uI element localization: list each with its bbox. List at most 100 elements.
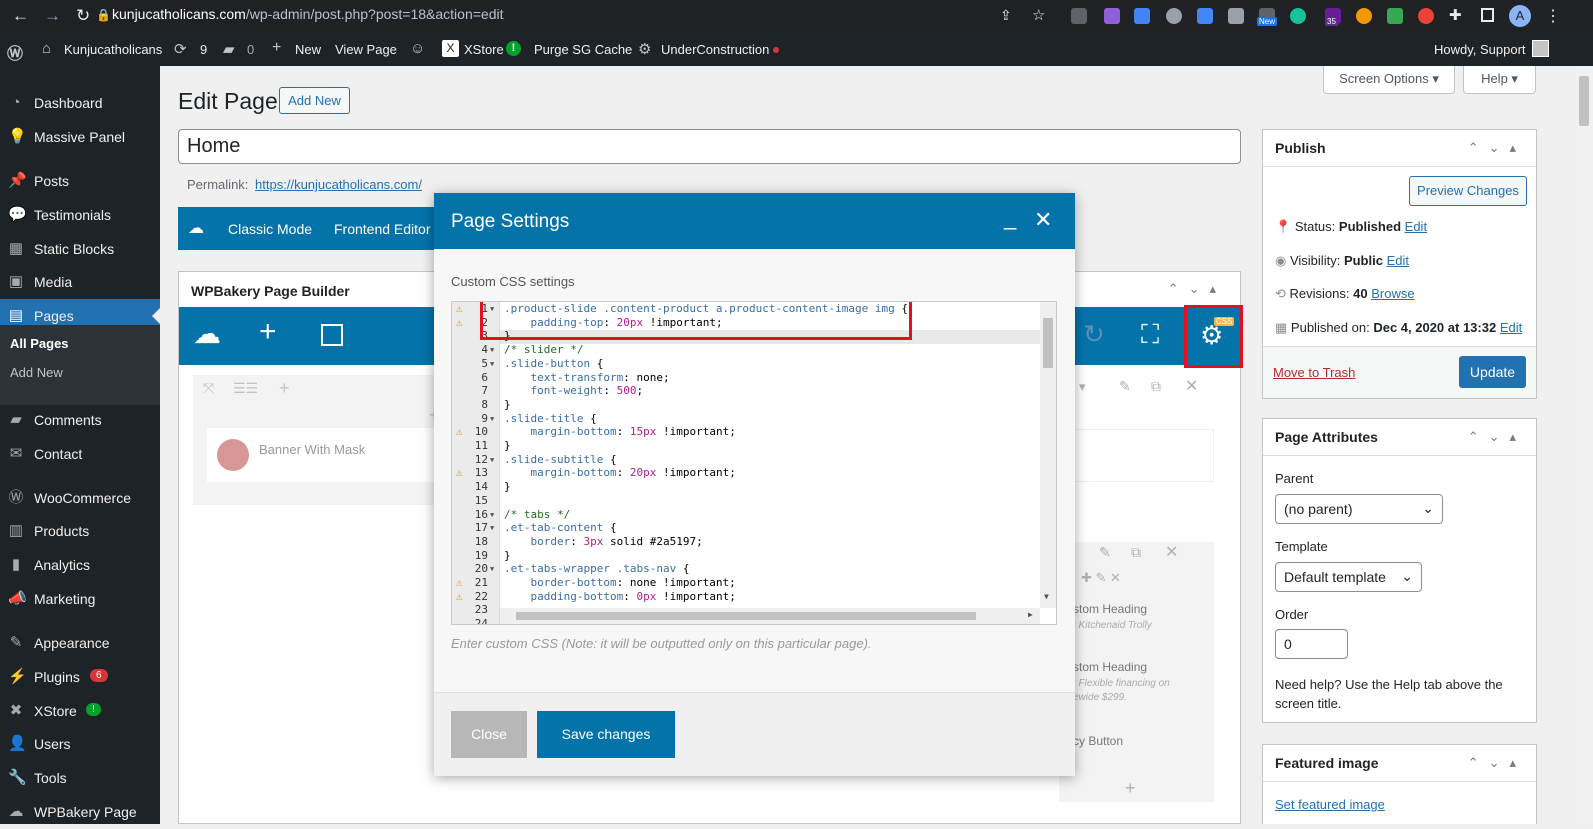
minimize-icon[interactable]: _ [1004,205,1016,231]
sidebar-item-appearance[interactable]: ✎ Appearance [0,626,160,660]
inner-delete-icon[interactable]: ✕ [1165,542,1178,562]
sidebar-item-testimonials[interactable]: 💬 Testimonials [0,198,160,232]
extension-docs-icon[interactable] [1134,8,1150,24]
warning-icon[interactable]: ⚠ [456,577,468,589]
extension-new-icon[interactable]: New [1257,8,1278,26]
warning-icon[interactable]: ⚠ [456,590,468,603]
code-line[interactable]: .et-tab-content { [504,521,617,535]
preview-changes-button[interactable]: Preview Changes [1409,176,1527,206]
extension-grammarly-icon[interactable] [1290,8,1306,24]
extension-globe-icon[interactable] [1166,8,1182,24]
row-add-icon[interactable]: + [279,378,290,399]
forward-icon[interactable]: → [44,6,61,26]
fancy-button-element[interactable]: cy Button [1073,734,1123,748]
profile-avatar[interactable]: A [1509,5,1531,27]
redo-icon[interactable]: ↻ [1083,319,1105,349]
fold-toggle-icon[interactable]: ▼ [490,562,494,576]
code-line[interactable]: /* tabs */ [504,508,570,522]
sidebar-item-comments[interactable]: ▰ Comments [0,403,160,437]
code-line[interactable]: text-transform: none; [504,371,670,385]
address-bar[interactable]: kunjucatholicans.com/wp-admin/post.php?p… [112,6,503,22]
sidebar-item-static-blocks[interactable]: ▦ Static Blocks [0,232,160,266]
sidebar-item-tools[interactable]: 🔧 Tools [0,761,160,795]
save-changes-button[interactable]: Save changes [537,711,675,758]
back-icon[interactable]: ← [12,6,29,26]
sidebar-item-analytics[interactable]: ▮ Analytics [0,548,160,582]
column-clone-icon[interactable]: ⧉ [1151,378,1161,395]
frontend-editor-button[interactable]: Frontend Editor [334,221,431,237]
scroll-right-icon[interactable]: ▶ [1028,610,1033,619]
css-code-editor[interactable]: 1 ⚠ ▼ 2 ⚠ 3 4 ▼ 5 ▼ 6 7 8 9 ▼ 10 ⚠ 11 12 ▼ 13 ⚠ 14 15 16 ▼ 17 ▼ 18 19… [451,301,1057,625]
row-layout-icon[interactable]: ☰☰ [233,380,258,397]
visibility-edit-link[interactable]: Edit [1387,253,1409,268]
page-scrollbar-thumb[interactable] [1579,76,1589,126]
sidebar-item-marketing[interactable]: 📣 Marketing [0,582,160,616]
editor-horizontal-scrollbar[interactable]: ▶ [500,608,1040,624]
side-panel-icon[interactable] [1481,8,1494,22]
inner-add-icon[interactable]: + [1125,778,1136,799]
move-to-trash-link[interactable]: Move to Trash [1273,365,1355,380]
status-edit-link[interactable]: Edit [1405,219,1427,234]
attributes-box-controls[interactable]: ⌃⌄▴ [1468,429,1526,445]
code-line[interactable]: margin-bottom: 15px !important; [504,425,736,439]
extension-recycle-icon[interactable] [1071,8,1087,24]
sidebar-item-users[interactable]: 👤 Users [0,727,160,761]
help-button[interactable]: Help ▾ [1463,66,1536,94]
column-edit-icon[interactable]: ✎ [1119,378,1131,395]
code-line[interactable]: margin-bottom: 20px !important; [504,466,736,480]
close-icon[interactable]: ✕ [1034,207,1052,233]
parent-select[interactable]: (no parent) ⌄ [1275,494,1443,524]
element-controls-icon[interactable]: ✚ ✎ ✕ [1081,570,1121,586]
code-line[interactable]: .et-tabs-wrapper .tabs-nav { [504,562,689,576]
page-settings-css-button[interactable]: ⚙ CSS [1184,305,1243,368]
add-new-button[interactable]: Add New [279,87,350,114]
inner-edit-icon[interactable]: ✎ [1099,544,1111,561]
code-line[interactable]: } [504,549,511,563]
extension-translate-icon[interactable] [1197,8,1213,24]
code-line[interactable]: padding-bottom: 0px !important; [504,590,736,604]
set-featured-image-link[interactable]: Set featured image [1275,797,1385,812]
extension-x-icon[interactable] [1387,8,1403,24]
extension-feather-icon[interactable] [1104,8,1120,24]
sidebar-item-dashboard[interactable]: ◔ Dashboard [0,86,160,120]
close-button[interactable]: Close [451,711,527,758]
reload-icon[interactable]: ↻ [76,6,90,26]
under-construction-link[interactable]: UnderConstruction [661,42,769,57]
templates-icon[interactable] [321,324,343,346]
sidebar-item-posts[interactable]: 📌 Posts [0,164,160,198]
sidebar-item-xstore[interactable]: ✖ XStore! [0,694,160,728]
title-input[interactable]: Home [178,129,1241,164]
sidebar-item-plugins[interactable]: ⚡ Plugins 6 [0,660,160,694]
column-dropdown-icon[interactable]: ▾ [1079,379,1086,395]
fold-toggle-icon[interactable]: ▼ [490,508,494,522]
user-avatar[interactable] [1532,40,1549,57]
template-select[interactable]: Default template ⌄ [1275,562,1422,592]
row-move-icon[interactable]: ⤧ [203,380,214,397]
editor-hscroll-thumb[interactable] [516,612,976,620]
code-line[interactable]: font-weight: 500; [504,384,644,398]
column-delete-icon[interactable]: ✕ [1185,376,1198,396]
extension-chrome-icon[interactable] [1418,8,1434,24]
chrome-menu-icon[interactable]: ⋮ [1545,6,1561,26]
add-element-icon[interactable]: + [259,317,277,347]
editor-vertical-scrollbar[interactable]: ▼ [1040,302,1056,608]
sidebar-item-products[interactable]: ▥ Products [0,514,160,548]
screen-options-button[interactable]: Screen Options ▾ [1323,66,1455,94]
fold-toggle-icon[interactable]: ▼ [490,357,494,371]
fold-toggle-icon[interactable]: ▼ [490,412,494,426]
xstore-link[interactable]: XStore [464,42,504,57]
new-content-link[interactable]: New [295,42,321,57]
scroll-down-icon[interactable]: ▼ [1044,592,1049,601]
code-line[interactable]: } [504,480,511,494]
extension-cap-icon[interactable]: 35 [1325,8,1341,26]
classic-mode-button[interactable]: Classic Mode [228,221,312,237]
share-icon[interactable]: ⇪ [1000,7,1012,24]
warning-icon[interactable]: ⚠ [456,303,468,315]
inner-clone-icon[interactable]: ⧉ [1131,544,1141,561]
warning-icon[interactable]: ⚠ [456,467,468,479]
fullscreen-icon[interactable]: ⛶ [1141,319,1159,349]
permalink-url[interactable]: https://kunjucatholicans.com/ [255,177,422,192]
sidebar-item-media[interactable]: ▣ Media [0,265,160,299]
fold-toggle-icon[interactable]: ▼ [490,343,494,357]
extensions-puzzle-icon[interactable]: ✚ [1449,6,1462,24]
